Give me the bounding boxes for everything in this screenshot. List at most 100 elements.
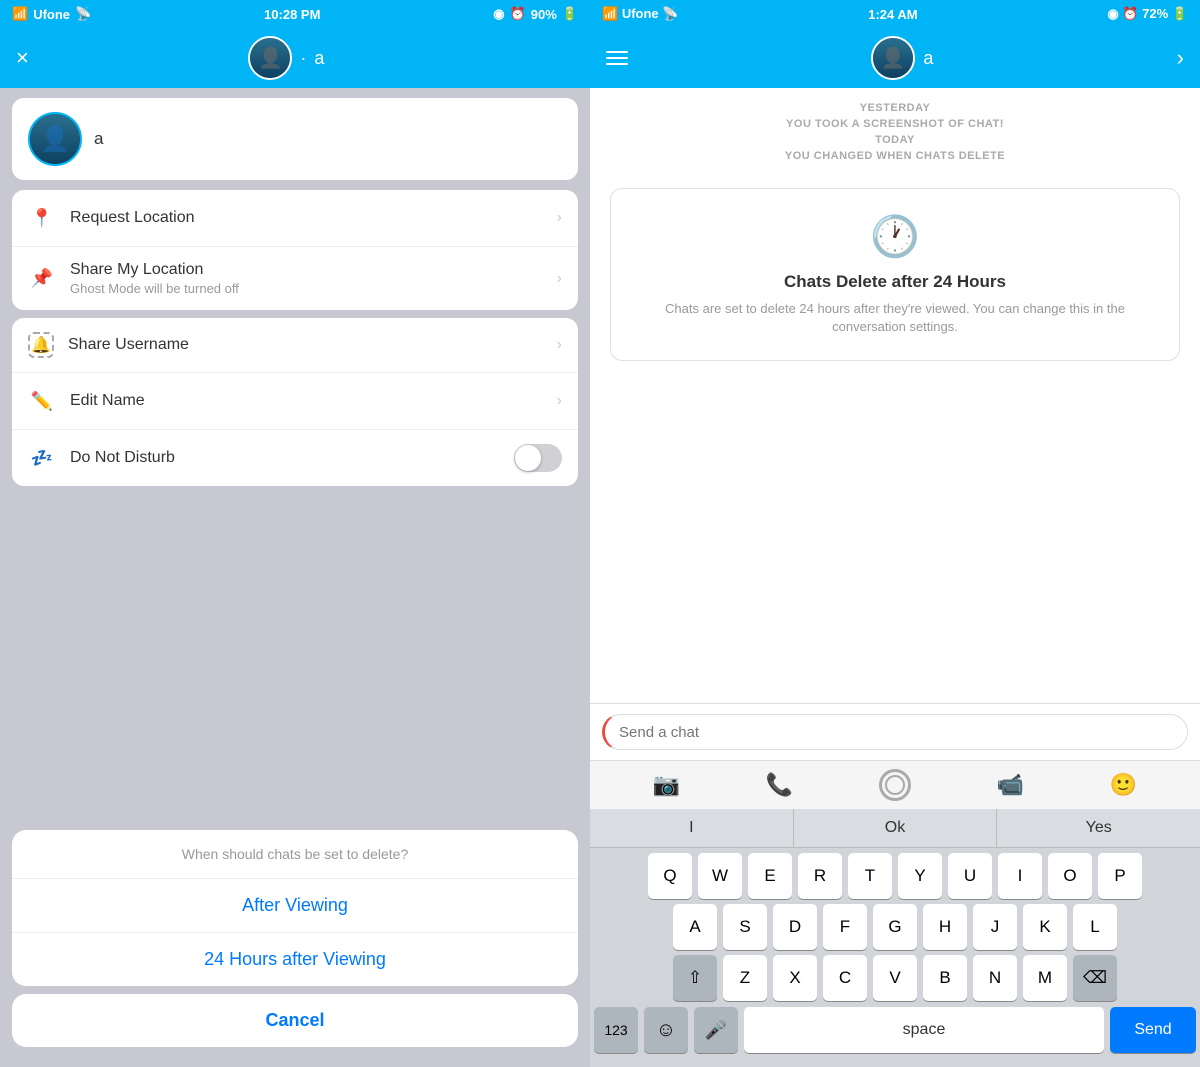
key-w[interactable]: W [698, 853, 742, 899]
share-username-label: Share Username [68, 336, 557, 354]
avatar-silhouette-right [873, 38, 913, 78]
key-b[interactable]: B [923, 955, 967, 1001]
key-e[interactable]: E [748, 853, 792, 899]
key-r[interactable]: R [798, 853, 842, 899]
phone-icon[interactable]: 📞 [766, 772, 793, 798]
battery-icon-left: 🔋 [562, 6, 578, 22]
key-p[interactable]: P [1098, 853, 1142, 899]
settings-item-dnd[interactable]: 💤 Do Not Disturb [12, 430, 578, 486]
profile-avatar: 👤 [28, 112, 82, 166]
space-key[interactable]: space [744, 1007, 1104, 1053]
settings-group-user: 🔔 Share Username › ✏️ Edit Name › 💤 Do N… [12, 318, 578, 486]
key-k[interactable]: K [1023, 904, 1067, 950]
ham-line-2 [606, 57, 628, 59]
request-location-text: Request Location [70, 209, 557, 227]
share-location-sublabel: Ghost Mode will be turned off [70, 281, 557, 296]
edit-name-chevron: › [557, 392, 562, 410]
location-icon-right: ◉ [1107, 6, 1118, 21]
key-row-2: A S D F G H J K L [590, 899, 1200, 950]
status-icons-right: ◉ ⏰ 72% 🔋 [1107, 6, 1188, 22]
key-q[interactable]: Q [648, 853, 692, 899]
chat-spacer [590, 369, 1200, 703]
key-m[interactable]: M [1023, 955, 1067, 1001]
signal-icon: 📶 [12, 6, 28, 22]
location-icon: ◉ [493, 6, 504, 22]
chat-header-right: a › [590, 28, 1200, 88]
key-y[interactable]: Y [898, 853, 942, 899]
24-hours-option[interactable]: 24 Hours after Viewing [12, 933, 578, 986]
key-t[interactable]: T [848, 853, 892, 899]
chat-input[interactable] [602, 714, 1188, 750]
carrier-info: 📶 Ufone 📡 [12, 6, 91, 22]
status-icons-left: ◉ ⏰ 90% 🔋 [493, 6, 578, 22]
suggestion-ok[interactable]: Ok [794, 809, 998, 847]
key-a[interactable]: A [673, 904, 717, 950]
settings-item-share-username[interactable]: 🔔 Share Username › [12, 318, 578, 373]
key-o[interactable]: O [1048, 853, 1092, 899]
shift-key[interactable]: ⇧ [673, 955, 717, 1001]
header-center-right: a [871, 36, 933, 80]
key-j[interactable]: J [973, 904, 1017, 950]
battery-right: 72% [1142, 6, 1168, 21]
key-l[interactable]: L [1073, 904, 1117, 950]
carrier-name: Ufone [33, 7, 70, 22]
toggle-knob [515, 445, 541, 471]
cancel-button[interactable]: Cancel [12, 994, 578, 1047]
close-button[interactable]: × [16, 45, 29, 71]
key-g[interactable]: G [873, 904, 917, 950]
photo-icon[interactable]: 📷 [653, 772, 680, 798]
key-i[interactable]: I [998, 853, 1042, 899]
key-z[interactable]: Z [723, 955, 767, 1001]
settings-item-request-location[interactable]: 📍 Request Location › [12, 190, 578, 247]
ham-line-1 [606, 51, 628, 53]
battery-left: 90% [531, 7, 557, 22]
delete-key[interactable]: ⌫ [1073, 955, 1117, 1001]
edit-name-text: Edit Name [70, 392, 557, 410]
key-d[interactable]: D [773, 904, 817, 950]
key-h[interactable]: H [923, 904, 967, 950]
share-username-text: Share Username [68, 336, 557, 354]
wifi-icon-right: 📡 [662, 6, 678, 21]
key-x[interactable]: X [773, 955, 817, 1001]
hamburger-button[interactable] [606, 51, 628, 65]
video-icon[interactable]: 📹 [997, 772, 1024, 798]
suggestions-row: I Ok Yes [590, 809, 1200, 848]
avatar-left[interactable] [248, 36, 292, 80]
settings-item-share-location[interactable]: 📌 Share My Location Ghost Mode will be t… [12, 247, 578, 310]
suggestion-i[interactable]: I [590, 809, 794, 847]
dnd-label: Do Not Disturb [70, 449, 514, 467]
chevron-right-button[interactable]: › [1177, 45, 1184, 71]
emoji-key[interactable]: ☺ [644, 1007, 688, 1053]
dnd-toggle[interactable] [514, 444, 562, 472]
status-bar-left: 📶 Ufone 📡 10:28 PM ◉ ⏰ 90% 🔋 [0, 0, 590, 28]
profile-card[interactable]: 👤 a [12, 98, 578, 180]
mic-key[interactable]: 🎤 [694, 1007, 738, 1053]
after-viewing-option[interactable]: After Viewing [12, 879, 578, 933]
key-s[interactable]: S [723, 904, 767, 950]
battery-icon-right: 🔋 [1172, 6, 1188, 21]
key-n[interactable]: N [973, 955, 1017, 1001]
key-v[interactable]: V [873, 955, 917, 1001]
request-location-icon: 📍 [28, 204, 56, 232]
num-key[interactable]: 123 [594, 1007, 638, 1053]
send-key[interactable]: Send [1110, 1007, 1196, 1053]
wifi-icon: 📡 [75, 6, 91, 22]
action-sheet: When should chats be set to delete? Afte… [0, 830, 590, 1067]
emoji-icon[interactable]: 🙂 [1110, 772, 1137, 798]
settings-item-edit-name[interactable]: ✏️ Edit Name › [12, 373, 578, 430]
key-u[interactable]: U [948, 853, 992, 899]
header-center-left: · a [248, 36, 324, 80]
key-c[interactable]: C [823, 955, 867, 1001]
share-location-chevron: › [557, 270, 562, 288]
suggestion-yes[interactable]: Yes [997, 809, 1200, 847]
avatar-silhouette-left [250, 38, 290, 78]
action-sheet-title: When should chats be set to delete? [12, 830, 578, 879]
delete-card-desc: Chats are set to delete 24 hours after t… [631, 300, 1159, 336]
action-sheet-group: When should chats be set to delete? Afte… [12, 830, 578, 986]
alarm-icon-right: ⏰ [1122, 6, 1138, 21]
share-username-chevron: › [557, 336, 562, 354]
snap-circle-button[interactable] [879, 769, 911, 801]
share-location-label: Share My Location [70, 261, 557, 279]
key-f[interactable]: F [823, 904, 867, 950]
avatar-right[interactable] [871, 36, 915, 80]
